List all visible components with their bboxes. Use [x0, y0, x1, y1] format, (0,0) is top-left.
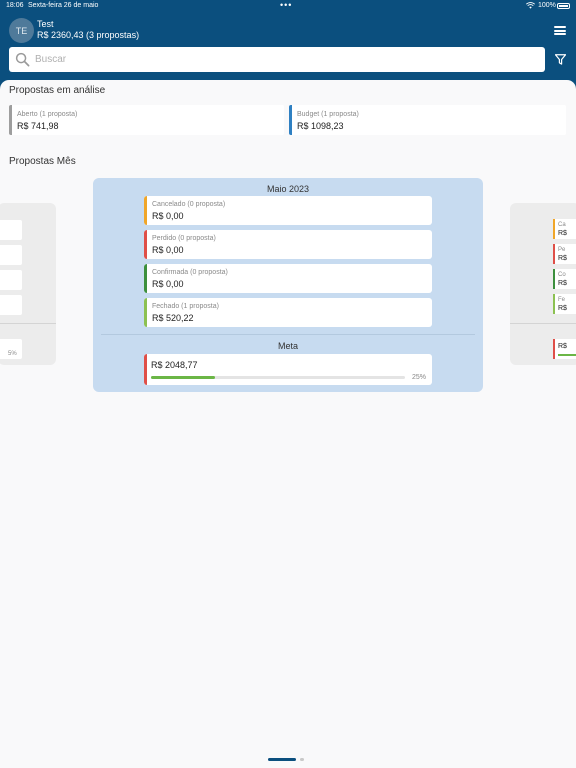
status-color-bar: [289, 105, 292, 135]
month-panel: Maio 2023 Cancelado (0 proposta) R$ 0,00…: [93, 178, 483, 392]
search-bar: [9, 47, 545, 72]
meta-card[interactable]: R$ 2048,77 25%: [144, 354, 432, 385]
previous-month-meta-card: 5%: [0, 339, 22, 359]
meta-value: R$ 2048,77: [151, 360, 198, 370]
filter-icon[interactable]: [555, 54, 566, 65]
battery-percent: 100%: [538, 2, 556, 9]
month-section-title: Propostas Mês: [9, 156, 76, 167]
wifi-icon: [526, 2, 535, 9]
month-card-label: Fechado (1 proposta): [152, 303, 219, 310]
previous-month-panel[interactable]: 5%: [0, 203, 56, 365]
analysis-card-value: R$ 1098,23: [297, 121, 344, 131]
meta-title: Meta: [277, 341, 298, 351]
next-month-meta-card: R$: [553, 339, 576, 359]
search-input[interactable]: [35, 51, 535, 68]
page-indicator[interactable]: [268, 758, 308, 762]
month-card-label: Perdido (0 proposta): [152, 235, 216, 242]
analysis-card-aberto[interactable]: Aberto (1 proposta) R$ 741,98: [9, 105, 284, 135]
divider: [101, 334, 475, 335]
status-bar: 18:06 Sexta-feira 26 de maio ••• 100%: [0, 0, 576, 12]
status-time: 18:06: [6, 2, 24, 9]
previous-month-card: [0, 220, 22, 240]
user-total: R$ 2360,43 (3 propostas): [37, 30, 140, 40]
analysis-card-label: Budget (1 proposta): [297, 111, 359, 118]
previous-month-card: [0, 270, 22, 290]
user-name: Test: [37, 19, 54, 29]
meta-progress-bar: [151, 376, 405, 379]
next-month-card: Pe R$: [553, 244, 576, 264]
avatar[interactable]: TE: [9, 18, 34, 43]
page-dot-active: [268, 758, 296, 761]
status-color-bar: [144, 354, 147, 385]
month-card-value: R$ 0,00: [152, 279, 184, 289]
page-dot: [300, 758, 304, 761]
month-card-cancelado[interactable]: Cancelado (0 proposta) R$ 0,00: [144, 196, 432, 225]
status-color-bar: [144, 264, 147, 293]
search-icon: [15, 52, 30, 67]
month-card-label: Cancelado (0 proposta): [152, 201, 226, 208]
previous-month-card: [0, 245, 22, 265]
meta-progress-percent: 25%: [412, 374, 427, 381]
battery-icon: [557, 3, 570, 9]
status-color-bar: [9, 105, 12, 135]
meta-progress-fill: [151, 376, 215, 379]
next-month-card: Fe R$: [553, 294, 576, 314]
next-month-card: Co R$: [553, 269, 576, 289]
month-card-fechado[interactable]: Fechado (1 proposta) R$ 520,22: [144, 298, 432, 327]
divider: [510, 323, 576, 324]
status-color-bar: [144, 196, 147, 225]
analysis-card-budget[interactable]: Budget (1 proposta) R$ 1098,23: [289, 105, 566, 135]
month-card-value: R$ 0,00: [152, 245, 184, 255]
status-color-bar: [144, 298, 147, 327]
month-card-perdido[interactable]: Perdido (0 proposta) R$ 0,00: [144, 230, 432, 259]
divider: [0, 323, 56, 324]
month-card-confirmada[interactable]: Confirmada (0 proposta) R$ 0,00: [144, 264, 432, 293]
multitasking-dots-icon[interactable]: •••: [280, 0, 292, 10]
progress-percent: 5%: [8, 351, 17, 357]
previous-month-card: [0, 295, 22, 315]
app-header: 18:06 Sexta-feira 26 de maio ••• 100% TE…: [0, 0, 576, 90]
next-month-panel[interactable]: Ca R$ Pe R$ Co R$ Fe R$ R$: [510, 203, 576, 365]
analysis-card-value: R$ 741,98: [17, 121, 59, 131]
next-month-card: Ca R$: [553, 219, 576, 239]
analysis-card-label: Aberto (1 proposta): [17, 111, 78, 118]
month-title: Maio 2023: [266, 184, 310, 194]
month-card-label: Confirmada (0 proposta): [152, 269, 228, 276]
hamburger-menu-icon[interactable]: [554, 26, 566, 35]
month-card-value: R$ 520,22: [152, 313, 194, 323]
status-date: Sexta-feira 26 de maio: [28, 2, 99, 9]
status-color-bar: [144, 230, 147, 259]
month-card-value: R$ 0,00: [152, 211, 184, 221]
analysis-section-title: Propostas em análise: [9, 85, 106, 96]
